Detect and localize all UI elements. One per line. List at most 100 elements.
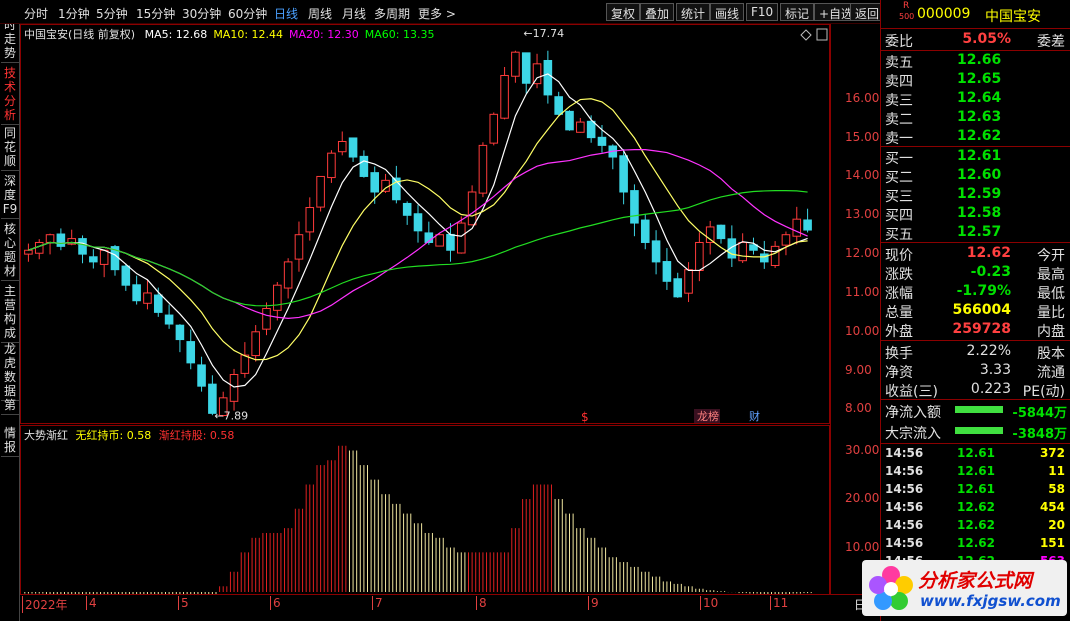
period-tab-0[interactable]: 分时	[24, 5, 48, 22]
trade-volume: 20	[1048, 518, 1065, 532]
left-tab-8[interactable]: 情报	[1, 424, 19, 457]
flow-row-0: 净流入额 -5844万	[885, 402, 1067, 421]
period-toolbar: 分时 1分钟 5分钟 15分钟 30分钟 60分钟 日线 周线 月线 多周期 更多 > 复权 叠加 统计画…	[0, 0, 885, 24]
quote-label-right: 内盘	[1037, 324, 1065, 340]
candle	[532, 53, 542, 89]
trade-price: 12.61	[957, 482, 995, 496]
candle	[348, 137, 358, 162]
indicator-bar	[262, 532, 271, 592]
candle	[651, 230, 661, 275]
kline-svg[interactable]: ←17.74 ←7.89 $ 龙榜 财	[21, 25, 831, 425]
diamond-icon[interactable]	[800, 29, 812, 41]
candle	[78, 235, 87, 264]
kline-chart[interactable]: ←17.74 ←7.89 $ 龙榜 财	[20, 24, 830, 424]
candle	[619, 149, 628, 205]
quote-value: 12.62	[966, 245, 1011, 261]
toolbar-button-5[interactable]: 标记	[780, 3, 815, 21]
candle	[662, 248, 672, 290]
indicator-bar	[684, 586, 693, 592]
candle	[164, 304, 174, 329]
trade-volume: 11	[1048, 464, 1065, 478]
expand-icon[interactable]	[816, 28, 828, 41]
toolbar-button-0[interactable]: 复权	[606, 3, 641, 21]
finance-marker[interactable]: 财	[749, 409, 760, 423]
r-sub: 500	[899, 12, 915, 21]
candle	[294, 221, 304, 272]
candle	[413, 204, 423, 243]
left-tab-7[interactable]: 第	[1, 396, 19, 415]
left-tab-1[interactable]: 技术分析	[1, 64, 19, 125]
period-tab-7[interactable]: 周线	[308, 5, 332, 22]
finance-label-right: 流通	[1037, 365, 1065, 381]
trade-time: 14:56	[885, 482, 924, 496]
toolbar-button-4[interactable]: F10	[746, 3, 779, 21]
longhu-marker[interactable]: 龙榜	[694, 409, 720, 423]
period-tab-3[interactable]: 15分钟	[136, 5, 175, 22]
candle	[554, 91, 563, 116]
indicator-bar	[587, 537, 596, 592]
flower-logo-icon	[869, 566, 913, 610]
indicator-svg[interactable]	[21, 426, 831, 596]
candle	[175, 324, 185, 353]
candle	[673, 272, 683, 298]
indicator-bar	[803, 592, 812, 594]
quote-row-2: 涨幅 -1.79% 最低	[885, 283, 1067, 302]
left-tab-bar: 分时走势技术分析同花顺深度F9核心题材主营构成龙虎数据第情报	[0, 0, 20, 621]
candle	[24, 243, 33, 262]
quote-row-3: 总量 566004 量比	[885, 302, 1067, 321]
buy-level-0: 买一 12.61	[885, 148, 1067, 167]
toolbar-button-1[interactable]: 叠加	[640, 3, 675, 21]
period-tab-2[interactable]: 5分钟	[96, 5, 128, 22]
indicator-bar	[359, 465, 368, 592]
indicator-tick-0: 30.00	[845, 442, 880, 457]
candle	[630, 184, 639, 237]
indicator-bar	[489, 552, 498, 592]
candle	[478, 142, 488, 198]
trade-row: 14:56 12.62 454	[885, 500, 1067, 518]
finance-label-right: PE(动)	[1022, 384, 1065, 400]
toolbar-button-3[interactable]: 画线	[710, 3, 745, 21]
quote-panel: 000009 中国宝安 R 500 委比 5.05% 委差 卖五 12.66 卖四 12.65 卖三 1…	[880, 0, 1070, 621]
candle	[305, 197, 315, 241]
indicator-bar	[446, 547, 455, 592]
trade-row: 14:56 12.61 372	[885, 446, 1067, 464]
left-tab-2[interactable]: 同花顺	[1, 124, 19, 171]
dividend-marker[interactable]: $	[581, 410, 589, 424]
finance-row-2: 收益(三) 0.223 PE(动)	[885, 381, 1067, 400]
panel-divider	[880, 443, 1070, 444]
period-tab-8[interactable]: 月线	[342, 5, 366, 22]
indicator-bar	[500, 552, 509, 592]
period-tab-6[interactable]: 日线	[274, 5, 298, 22]
panel-divider	[880, 28, 1070, 29]
date-tick-3: 6	[270, 596, 281, 610]
period-tab-4[interactable]: 30分钟	[182, 5, 221, 22]
left-tab-5[interactable]: 主营构成	[1, 282, 19, 343]
indicator-chart[interactable]	[20, 425, 831, 596]
candle	[316, 175, 325, 212]
toolbar-button-2[interactable]: 统计	[676, 3, 711, 21]
indicator-name: 大势渐红	[24, 429, 68, 442]
svg-text:龙榜: 龙榜	[697, 409, 719, 423]
left-tab-6[interactable]: 龙虎数据	[1, 340, 19, 401]
sell-level-4: 卖一 12.62	[885, 128, 1067, 147]
period-tab-1[interactable]: 1分钟	[58, 5, 90, 22]
r-mark: R	[903, 1, 910, 11]
quote-value: -0.23	[970, 264, 1011, 280]
period-tab-5[interactable]: 60分钟	[228, 5, 267, 22]
candle	[229, 368, 239, 411]
left-tab-4[interactable]: 核心题材	[1, 220, 19, 281]
indicator-bar	[619, 562, 628, 592]
indicator-bar	[468, 552, 477, 592]
toolbar-button-7[interactable]: 返回	[850, 3, 885, 21]
period-tab-9[interactable]: 多周期	[374, 5, 410, 22]
candle	[695, 232, 704, 282]
trade-time: 14:56	[885, 500, 924, 514]
finance-label: 净资	[885, 365, 913, 381]
left-tab-3[interactable]: 深度F9	[1, 172, 19, 219]
buy-label: 买二	[885, 170, 913, 186]
period-tab-10[interactable]: 更多 >	[418, 5, 456, 22]
finance-label: 换手	[885, 346, 913, 362]
indicator-l1: 无红持币: 0.58	[75, 429, 152, 442]
indicator-bar	[251, 537, 260, 592]
finance-value: 3.33	[979, 362, 1011, 378]
